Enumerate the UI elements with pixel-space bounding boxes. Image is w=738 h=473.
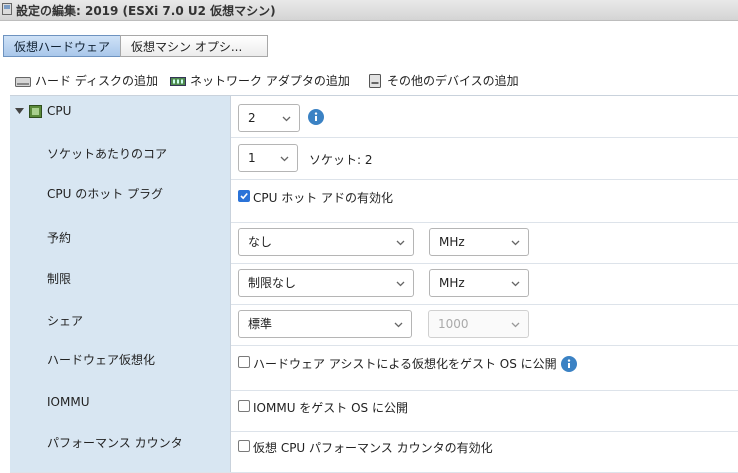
- shares-number-select: 1000: [428, 310, 529, 338]
- cpu-label: CPU: [47, 104, 72, 118]
- chevron-down-icon: [511, 281, 520, 287]
- hard-disk-icon: [15, 77, 31, 87]
- limit-label: 制限: [47, 272, 72, 286]
- shares-value: 標準: [248, 317, 273, 331]
- row-hv-label-cell: ハードウェア仮想化: [10, 345, 231, 390]
- cpu-hotplug-label: CPU のホット プラグ: [47, 187, 164, 201]
- cpu-count-value: 2: [248, 111, 256, 125]
- row-shares-value-cell: 標準 1000: [231, 304, 738, 345]
- row-cores-per-socket: ソケットあたりのコア 1 ソケット: 2: [10, 137, 738, 180]
- device-icon: [369, 74, 381, 88]
- limit-unit-value: MHz: [439, 276, 465, 290]
- row-cores-label-cell: ソケットあたりのコア: [10, 137, 231, 179]
- limit-unit-select[interactable]: MHz: [429, 269, 529, 297]
- vm-icon: [2, 3, 12, 15]
- row-hotplug-value-cell: CPU ホット アドの有効化: [231, 179, 738, 222]
- row-cores-value-cell: 1 ソケット: 2: [231, 137, 738, 179]
- row-reservation: 予約 なし MHz: [10, 222, 738, 264]
- chevron-down-icon: [396, 281, 405, 287]
- cpu-count-select[interactable]: 2: [238, 104, 300, 132]
- shares-select[interactable]: 標準: [238, 310, 412, 338]
- row-perf-value-cell: 仮想 CPU パフォーマンス カウンタの有効化: [231, 431, 738, 472]
- chevron-down-icon: [511, 322, 520, 328]
- network-adapter-icon: [170, 77, 186, 86]
- reservation-select[interactable]: なし: [238, 228, 414, 256]
- hardware-virtualization-label: ハードウェア仮想化: [47, 353, 156, 367]
- cores-per-socket-label: ソケットあたりのコア: [47, 147, 168, 161]
- reservation-value: なし: [248, 235, 273, 249]
- row-cpu-label-cell: CPU: [10, 96, 231, 137]
- hardware-virtualization-checkbox[interactable]: [238, 356, 250, 368]
- row-reservation-value-cell: なし MHz: [231, 222, 738, 263]
- row-iommu: IOMMU IOMMU をゲスト OS に公開: [10, 390, 738, 432]
- row-shares: シェア 標準 1000: [10, 304, 738, 346]
- chevron-down-icon: [394, 322, 403, 328]
- row-cpu-value-cell: 2: [231, 96, 738, 137]
- dialog-title-bar: 設定の編集: 2019 (ESXi 7.0 U2 仮想マシン): [0, 0, 738, 21]
- add-network-adapter-label: ネットワーク アダプタの追加: [190, 74, 350, 88]
- cpu-hotplug-text: CPU ホット アドの有効化: [253, 191, 394, 205]
- performance-counters-text: 仮想 CPU パフォーマンス カウンタの有効化: [253, 441, 493, 455]
- performance-counters-label: パフォーマンス カウンタ: [47, 436, 183, 450]
- iommu-text: IOMMU をゲスト OS に公開: [253, 401, 408, 415]
- iommu-checkbox[interactable]: [238, 400, 250, 412]
- cpu-hotplug-checkbox[interactable]: [238, 190, 250, 202]
- reservation-unit-select[interactable]: MHz: [429, 228, 529, 256]
- reservation-unit-value: MHz: [439, 235, 465, 249]
- iommu-label: IOMMU: [47, 395, 90, 409]
- row-limit-label-cell: 制限: [10, 263, 231, 304]
- collapse-caret-icon[interactable]: [15, 108, 24, 115]
- add-hard-disk-button[interactable]: ハード ディスクの追加: [15, 72, 160, 90]
- row-shares-label-cell: シェア: [10, 304, 231, 345]
- row-perf-label-cell: パフォーマンス カウンタ: [10, 431, 231, 472]
- row-hv-value-cell: ハードウェア アシストによる仮想化をゲスト OS に公開: [231, 345, 738, 390]
- add-other-device-label: その他のデバイスの追加: [387, 74, 519, 88]
- add-network-adapter-button[interactable]: ネットワーク アダプタの追加: [170, 72, 350, 90]
- row-limit-value-cell: 制限なし MHz: [231, 263, 738, 304]
- info-icon[interactable]: [308, 109, 324, 125]
- cores-per-socket-value: 1: [248, 151, 256, 165]
- chevron-down-icon: [282, 116, 291, 122]
- add-hard-disk-label: ハード ディスクの追加: [35, 74, 158, 88]
- cpu-icon: [29, 105, 42, 118]
- performance-counters-checkbox[interactable]: [238, 440, 250, 452]
- row-limit: 制限 制限なし MHz: [10, 263, 738, 305]
- limit-value: 制限なし: [248, 276, 297, 290]
- cores-per-socket-select[interactable]: 1: [238, 144, 298, 172]
- row-cpu: CPU 2: [10, 96, 738, 138]
- add-other-device-button[interactable]: その他のデバイスの追加: [368, 72, 528, 90]
- row-performance-counters: パフォーマンス カウンタ 仮想 CPU パフォーマンス カウンタの有効化: [10, 431, 738, 473]
- checkmark-icon: [240, 192, 248, 200]
- hardware-settings-grid: CPU 2 ソケットあたりのコア 1 ソケット: 2 CPU のホット プラグ …: [10, 95, 738, 473]
- chevron-down-icon: [280, 156, 289, 162]
- info-icon[interactable]: [561, 356, 577, 372]
- row-hotplug-label-cell: CPU のホット プラグ: [10, 179, 231, 222]
- chevron-down-icon: [511, 240, 520, 246]
- shares-number-value: 1000: [438, 317, 469, 331]
- tab-virtual-hardware[interactable]: 仮想ハードウェア: [3, 35, 121, 57]
- reservation-label: 予約: [47, 231, 72, 245]
- row-iommu-value-cell: IOMMU をゲスト OS に公開: [231, 390, 738, 431]
- limit-select[interactable]: 制限なし: [238, 269, 414, 297]
- row-cpu-hotplug: CPU のホット プラグ CPU ホット アドの有効化: [10, 179, 738, 223]
- row-hardware-virtualization: ハードウェア仮想化 ハードウェア アシストによる仮想化をゲスト OS に公開: [10, 345, 738, 391]
- chevron-down-icon: [396, 240, 405, 246]
- row-iommu-label-cell: IOMMU: [10, 390, 231, 431]
- row-reservation-label-cell: 予約: [10, 222, 231, 263]
- sockets-text: ソケット: 2: [309, 153, 373, 167]
- dialog-title: 設定の編集: 2019 (ESXi 7.0 U2 仮想マシン): [16, 4, 276, 18]
- hardware-virtualization-text: ハードウェア アシストによる仮想化をゲスト OS に公開: [253, 357, 557, 371]
- tab-vm-options[interactable]: 仮想マシン オプシ...: [120, 35, 268, 57]
- shares-label: シェア: [47, 314, 84, 328]
